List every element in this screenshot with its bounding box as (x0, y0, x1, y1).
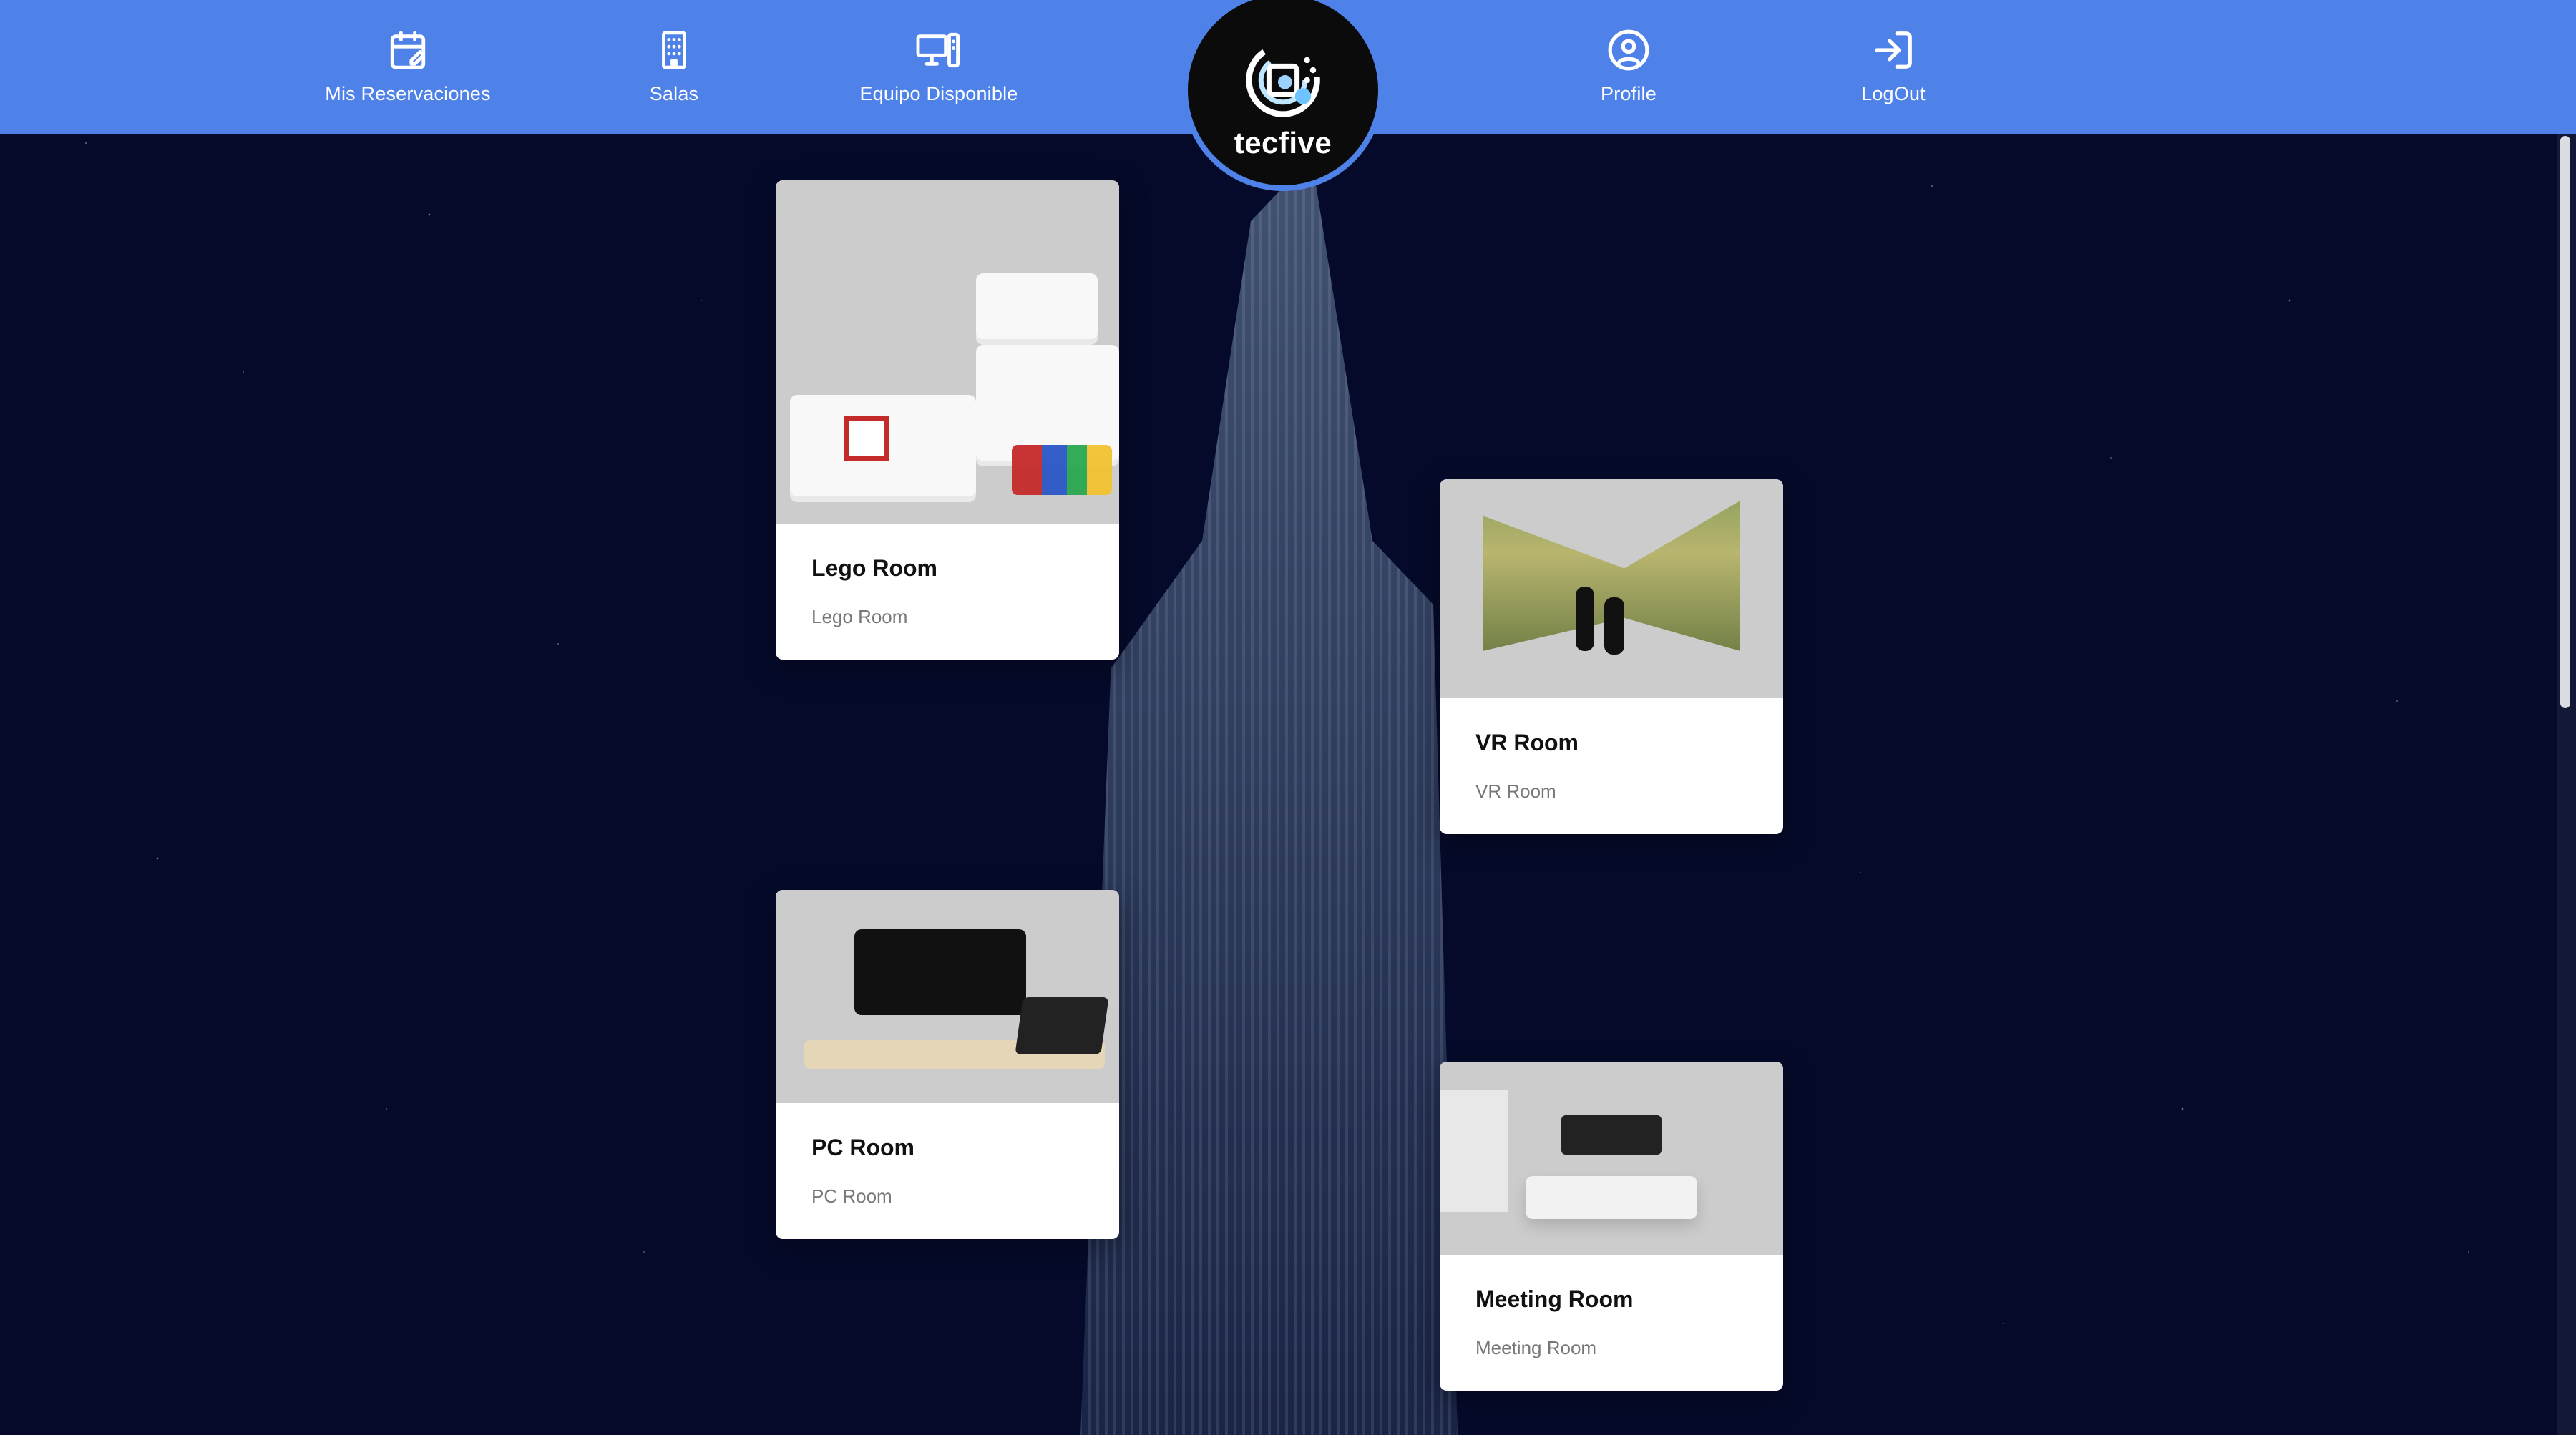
room-card-meeting[interactable]: Meeting Room Meeting Room (1440, 1062, 1783, 1391)
card-title: Meeting Room (1475, 1286, 1634, 1312)
nav-equipo-disponible[interactable]: Equipo Disponible (810, 25, 1068, 111)
nav-salas[interactable]: Salas (545, 25, 803, 111)
card-title: Lego Room (811, 555, 937, 581)
scrollbar-thumb[interactable] (2560, 136, 2570, 708)
room-image (776, 890, 1119, 1103)
nav-logout[interactable]: LogOut (1765, 25, 2022, 111)
nav-label: LogOut (1861, 83, 1926, 104)
tecfive-logo-mark-icon (1233, 30, 1333, 130)
image-decor (1526, 1176, 1697, 1219)
image-decor (976, 273, 1098, 345)
logout-icon (1868, 25, 1918, 75)
card-body: VR Room VR Room (1440, 698, 1783, 834)
tecfive-logo-text: tecfive (1234, 126, 1332, 160)
nav-label: Mis Reservaciones (325, 83, 491, 104)
nav-label: Salas (649, 83, 699, 104)
room-image (1440, 479, 1783, 698)
image-decor (844, 416, 889, 461)
card-subtitle: Meeting Room (1475, 1337, 1597, 1358)
room-card-lego[interactable]: Lego Room Lego Room (776, 180, 1119, 660)
building-icon (649, 25, 699, 75)
image-decor (1561, 1115, 1662, 1155)
image-decor (1576, 587, 1594, 651)
top-navigation-bar: Mis Reservaciones Salas Equipo Disponibl… (0, 0, 2576, 191)
image-decor (854, 929, 1026, 1015)
nav-label: Profile (1601, 83, 1657, 104)
room-card-vr[interactable]: VR Room VR Room (1440, 479, 1783, 834)
image-decor (1012, 445, 1112, 495)
card-title: PC Room (811, 1135, 914, 1160)
image-decor (1604, 597, 1624, 655)
room-image (776, 180, 1119, 524)
nav-label: Equipo Disponible (859, 83, 1018, 104)
card-subtitle: VR Room (1475, 780, 1556, 802)
image-decor (1015, 997, 1109, 1054)
room-image (1440, 1062, 1783, 1255)
card-title: VR Room (1475, 730, 1579, 755)
card-body: PC Room PC Room (776, 1103, 1119, 1239)
computer-equipment-icon (914, 25, 964, 75)
nav-profile[interactable]: Profile (1500, 25, 1757, 111)
user-circle-icon (1604, 25, 1654, 75)
calendar-edit-icon (383, 25, 433, 75)
page: Mis Reservaciones Salas Equipo Disponibl… (0, 0, 2576, 1435)
card-subtitle: Lego Room (811, 606, 908, 627)
card-body: Lego Room Lego Room (776, 524, 1119, 660)
room-card-pc[interactable]: PC Room PC Room (776, 890, 1119, 1239)
card-body: Meeting Room Meeting Room (1440, 1255, 1783, 1391)
image-decor (1440, 1090, 1508, 1212)
nav-mis-reservaciones[interactable]: Mis Reservaciones (279, 25, 537, 111)
card-subtitle: PC Room (811, 1185, 892, 1207)
